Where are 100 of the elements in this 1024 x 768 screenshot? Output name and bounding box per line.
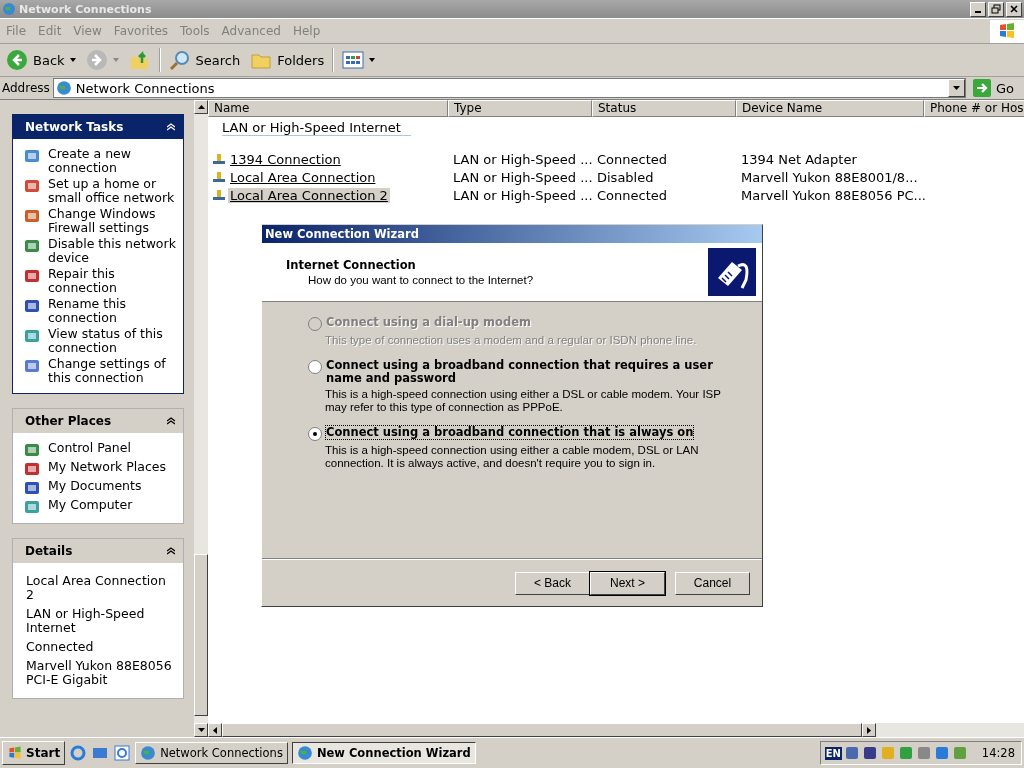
- task-link[interactable]: View status of this connection: [48, 327, 177, 355]
- caret-icon[interactable]: [952, 86, 960, 90]
- group-header: LAN or High-Speed Internet: [222, 120, 411, 136]
- task-icon: [24, 442, 40, 458]
- tray-icon[interactable]: [843, 745, 860, 761]
- windows-logo-icon[interactable]: [7, 745, 23, 761]
- tray-icon[interactable]: [861, 745, 878, 761]
- back-button[interactable]: Back: [4, 49, 78, 71]
- network-connection-icon: [211, 187, 227, 203]
- scroll-right-button[interactable]: [862, 723, 876, 737]
- task-link[interactable]: Repair this connection: [48, 267, 177, 295]
- globe-icon: [2, 2, 16, 16]
- browser-icon[interactable]: [70, 745, 87, 761]
- option-label[interactable]: Connect using a broadband connection that requires a user name and password: [326, 359, 722, 385]
- radio-button[interactable]: [308, 360, 322, 374]
- task-icon: [24, 238, 40, 254]
- detail-text: Marvell Yukon 88E8056 PCI-E Gigabit: [26, 659, 173, 687]
- dropdown-button[interactable]: [947, 79, 965, 97]
- task-link[interactable]: My Network Places: [48, 460, 167, 474]
- connection-name[interactable]: 1394 Connection: [228, 151, 343, 167]
- task-icon: [24, 480, 40, 496]
- table-cell-text: Marvell Yukon 88E8001/8...: [740, 169, 919, 185]
- up-arrow-icon[interactable]: [197, 105, 205, 109]
- scroll-thumb[interactable]: [194, 554, 208, 716]
- task-link[interactable]: Control Panel: [48, 441, 131, 455]
- search-button[interactable]: Search: [166, 49, 243, 71]
- panel-header[interactable]: Other Places: [13, 409, 183, 433]
- wizard-subheading: How do you want to connect to the Internet?: [307, 274, 534, 286]
- scroll-down-button[interactable]: [194, 723, 208, 737]
- scroll-left-button[interactable]: [208, 723, 222, 737]
- column-header[interactable]: Type: [448, 100, 592, 117]
- panel-header[interactable]: Network Tasks: [13, 115, 183, 139]
- panel-header[interactable]: Details: [13, 539, 183, 563]
- search-icon[interactable]: [168, 49, 191, 71]
- wizard-button[interactable]: Next >: [590, 571, 665, 595]
- start-button[interactable]: Start: [2, 741, 66, 765]
- task-icon: [24, 328, 40, 344]
- collapse-icon[interactable]: [167, 417, 175, 425]
- task-link[interactable]: Set up a home or small office network: [48, 177, 177, 205]
- views-button[interactable]: [340, 49, 378, 71]
- table-cell-text: LAN or High-Speed ...: [452, 187, 592, 203]
- grid-view-icon[interactable]: [342, 49, 365, 71]
- option-description: This type of connection uses a modem and a regular or ISDN phone line.: [325, 334, 698, 347]
- task-link[interactable]: Rename this connection: [48, 297, 177, 325]
- column-header[interactable]: Phone # or Hos: [924, 100, 1024, 117]
- network-plug-icon: [708, 248, 756, 296]
- go-button[interactable]: Go: [968, 79, 1022, 97]
- task-icon: [24, 208, 40, 224]
- column-header[interactable]: Name: [208, 100, 448, 117]
- column-header[interactable]: Status: [592, 100, 736, 117]
- connection-name[interactable]: Local Area Connection: [228, 169, 378, 185]
- column-header[interactable]: Device Name: [736, 100, 924, 117]
- task-link[interactable]: My Computer: [48, 498, 133, 512]
- task-link[interactable]: Disable this network device: [48, 237, 177, 265]
- globe-icon[interactable]: [296, 745, 313, 761]
- right-arrow-icon[interactable]: [867, 726, 871, 734]
- arrow-icon[interactable]: [972, 79, 991, 97]
- wizard-heading: Internet Connection: [286, 258, 417, 272]
- task-icon: [24, 298, 40, 314]
- table-cell-text: Marvell Yukon 88E8056 PC...: [740, 187, 924, 203]
- task-icon: [24, 148, 40, 164]
- globe-icon: [55, 80, 72, 96]
- window-title: Network Connections: [19, 2, 152, 16]
- collapse-icon[interactable]: [167, 547, 175, 555]
- wizard-button[interactable]: Cancel: [675, 571, 750, 595]
- desktop-icon[interactable]: [92, 745, 109, 761]
- scroll-up-button[interactable]: [194, 100, 208, 114]
- task-link[interactable]: Change settings of this connection: [48, 357, 177, 385]
- option-label[interactable]: Connect using a broadband connection that is always on: [326, 426, 694, 439]
- table-cell-text: LAN or High-Speed ...: [452, 151, 592, 167]
- table-cell-text: Disabled: [596, 169, 655, 185]
- dropdown-caret-icon[interactable]: [369, 58, 376, 62]
- table-cell-text: Connected: [596, 187, 668, 203]
- language-indicator[interactable]: EN: [824, 746, 842, 760]
- address-field[interactable]: Network Connections: [52, 78, 966, 98]
- dropdown-caret-icon[interactable]: [69, 58, 76, 62]
- clock: 14:28: [981, 746, 1015, 760]
- taskbar-button[interactable]: New Connection Wizard: [291, 742, 476, 764]
- task-link[interactable]: Change Windows Firewall settings: [48, 207, 177, 235]
- left-arrow-icon[interactable]: [213, 726, 217, 734]
- taskbar-button[interactable]: Network Connections: [135, 742, 288, 764]
- down-arrow-icon[interactable]: [197, 728, 205, 732]
- wizard-button[interactable]: < Back: [515, 571, 590, 595]
- detail-text: LAN or High-Speed Internet: [26, 607, 146, 635]
- radio-button[interactable]: [308, 427, 322, 441]
- tray-icon[interactable]: [933, 745, 950, 761]
- task-link[interactable]: My Documents: [48, 479, 142, 493]
- table-cell-text: 1394 Net Adapter: [740, 151, 858, 167]
- connection-name[interactable]: Local Area Connection 2: [228, 187, 390, 203]
- task-link[interactable]: Create a new connection: [48, 147, 177, 175]
- task-icon: [24, 358, 40, 374]
- dialog-title: New Connection Wizard: [265, 227, 419, 241]
- scroll-thumb[interactable]: [222, 723, 862, 737]
- horizontal-scrollbar[interactable]: [208, 723, 1024, 737]
- address-label: Address: [2, 81, 50, 95]
- option-description: This is a high-speed connection using either a cable modem, DSL or LAN connection. It is always active, and doesn't require you to sign in.: [325, 444, 700, 470]
- folders-button[interactable]: Folders: [248, 49, 327, 71]
- table-cell-text: LAN or High-Speed ...: [452, 169, 592, 185]
- task-icon: [24, 461, 40, 477]
- vertical-scrollbar[interactable]: [194, 100, 208, 737]
